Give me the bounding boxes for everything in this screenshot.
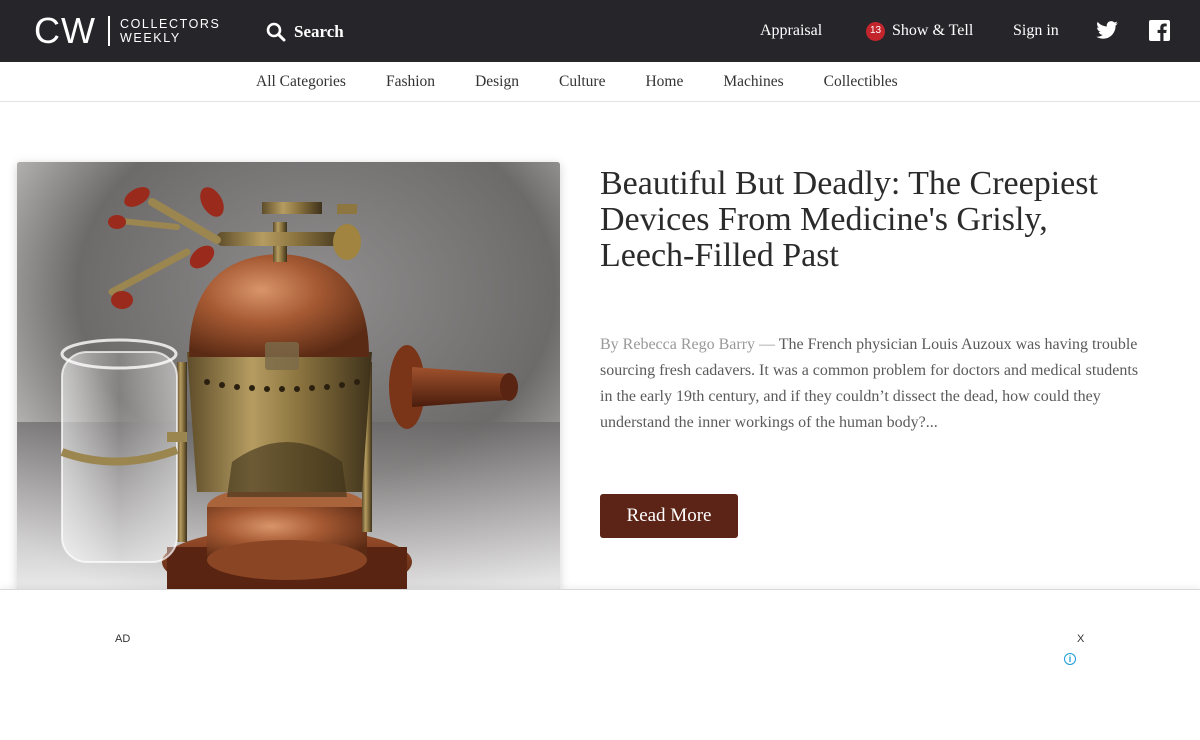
search-label: Search [294, 22, 344, 41]
ad-label: AD [115, 633, 131, 645]
ad-info-icon[interactable]: i [1064, 653, 1076, 665]
logo-line-2: WEEKLY [119, 31, 181, 45]
category-fashion[interactable]: Fashion [386, 72, 435, 92]
show-and-tell-label: Show & Tell [892, 22, 974, 39]
logo-mark: CW [34, 10, 96, 51]
category-all-categories[interactable]: All Categories [256, 72, 346, 92]
category-design[interactable]: Design [475, 72, 519, 92]
sign-in-link[interactable]: Sign in [1013, 20, 1059, 42]
logo-line-1: COLLECTORS [119, 17, 221, 31]
article-excerpt: By Rebecca Rego Barry — The French physi… [600, 332, 1140, 436]
logo-divider [107, 16, 110, 46]
logo-wordmark: COLLECTORS WEEKLY [120, 17, 221, 45]
show-and-tell-link[interactable]: 13 Show & Tell [866, 20, 973, 42]
read-more-button[interactable]: Read More [600, 494, 738, 538]
article-hero-image[interactable] [17, 162, 560, 590]
ad-close-button[interactable]: X [1077, 633, 1084, 645]
show-and-tell-count-badge: 13 [866, 21, 885, 41]
article-title[interactable]: Beautiful But Deadly: The Creepiest Devi… [600, 166, 1140, 274]
article-byline[interactable]: By Rebecca Rego Barry — [600, 336, 775, 353]
top-bar: CW COLLECTORS WEEKLY Search Appraisal 13… [0, 0, 1200, 62]
category-home[interactable]: Home [645, 72, 683, 92]
search-button[interactable]: Search [266, 22, 344, 42]
category-machines[interactable]: Machines [723, 72, 783, 92]
search-icon [266, 22, 286, 42]
category-collectibles[interactable]: Collectibles [824, 72, 898, 92]
category-culture[interactable]: Culture [559, 72, 606, 92]
appraisal-link[interactable]: Appraisal [760, 20, 822, 42]
ad-banner: AD X i [0, 589, 1200, 740]
category-list: All Categories Fashion Design Culture Home Ma… [256, 72, 898, 92]
collectors-weekly-logo[interactable]: CW COLLECTORS WEEKLY [34, 13, 221, 49]
category-nav: All Categories Fashion Design Culture Home Ma… [0, 62, 1200, 102]
twitter-icon[interactable] [1096, 21, 1118, 44]
facebook-icon[interactable] [1149, 20, 1170, 46]
